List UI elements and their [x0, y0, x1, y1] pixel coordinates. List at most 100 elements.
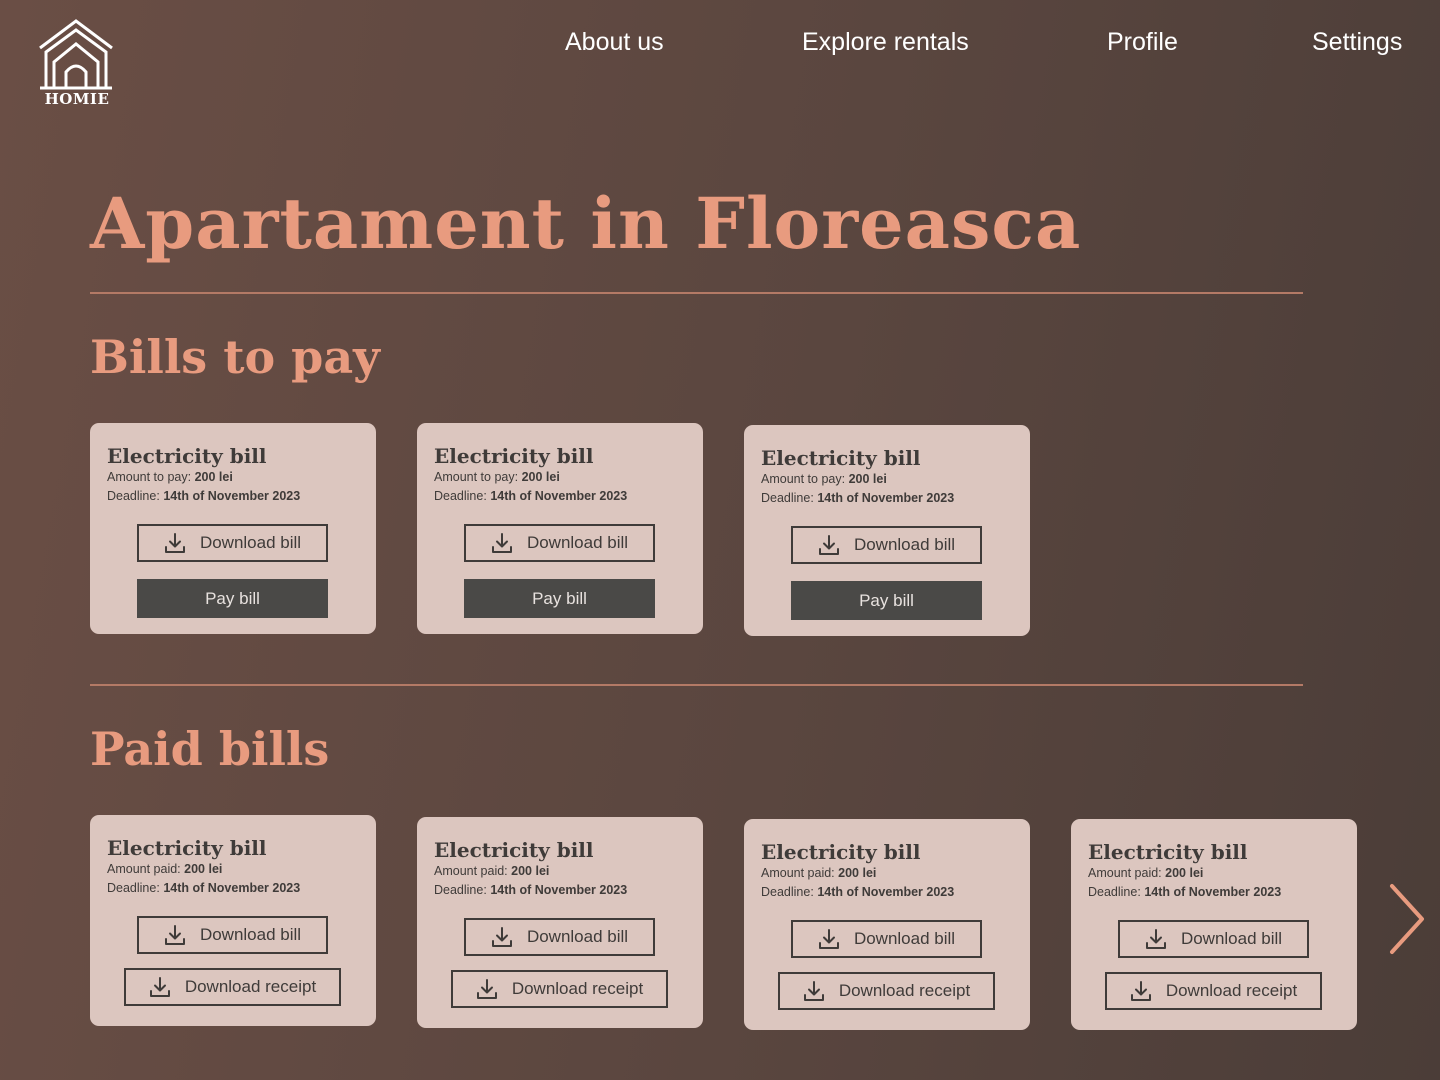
amount-value: 200 lei: [184, 862, 223, 876]
download-icon: [1130, 980, 1152, 1002]
bill-card: Electricity bill Amount to pay: 200 lei …: [90, 423, 376, 634]
download-bill-label: Download bill: [526, 927, 629, 946]
download-bill-label: Download bill: [1180, 929, 1283, 948]
download-bill-button[interactable]: Download bill: [137, 524, 328, 562]
bill-title: Electricity bill: [434, 444, 594, 468]
deadline-line: Deadline: 14th of November 2023: [1088, 885, 1281, 899]
download-icon: [476, 978, 498, 1000]
nav-profile[interactable]: Profile: [1107, 28, 1178, 57]
deadline-label: Deadline:: [761, 885, 814, 899]
amount-line: Amount paid: 200 lei: [107, 862, 222, 876]
amount-label: Amount to pay:: [761, 472, 846, 486]
deadline-line: Deadline: 14th of November 2023: [434, 489, 627, 503]
pay-bill-button[interactable]: Pay bill: [464, 579, 655, 618]
download-bill-label: Download bill: [526, 533, 629, 552]
download-receipt-label: Download receipt: [1165, 981, 1298, 1000]
amount-label: Amount paid:: [1088, 866, 1162, 880]
deadline-value: 14th of November 2023: [817, 885, 955, 899]
nav-settings[interactable]: Settings: [1312, 28, 1402, 57]
bills-to-pay-heading: Bills to pay: [90, 330, 380, 384]
amount-label: Amount paid:: [434, 864, 508, 878]
nav-about-us[interactable]: About us: [565, 28, 664, 57]
download-bill-button[interactable]: Download bill: [791, 526, 982, 564]
amount-label: Amount paid:: [761, 866, 835, 880]
amount-line: Amount to pay: 200 lei: [434, 470, 560, 484]
divider: [90, 292, 1303, 294]
deadline-label: Deadline:: [434, 883, 487, 897]
amount-line: Amount paid: 200 lei: [1088, 866, 1203, 880]
bill-title: Electricity bill: [107, 836, 267, 860]
homie-logo[interactable]: HOMIE: [38, 18, 116, 110]
download-receipt-label: Download receipt: [838, 981, 971, 1000]
download-bill-label: Download bill: [199, 925, 302, 944]
deadline-value: 14th of November 2023: [817, 491, 955, 505]
paid-bill-card: Electricity bill Amount paid: 200 lei De…: [744, 819, 1030, 1030]
bill-title: Electricity bill: [761, 840, 921, 864]
paid-bill-card: Electricity bill Amount paid: 200 lei De…: [417, 817, 703, 1028]
deadline-label: Deadline:: [761, 491, 814, 505]
deadline-line: Deadline: 14th of November 2023: [761, 491, 954, 505]
download-bill-button[interactable]: Download bill: [1118, 920, 1309, 958]
amount-line: Amount paid: 200 lei: [761, 866, 876, 880]
next-page-button[interactable]: [1386, 882, 1428, 956]
bill-title: Electricity bill: [1088, 840, 1248, 864]
bill-card: Electricity bill Amount to pay: 200 lei …: [744, 425, 1030, 636]
download-bill-button[interactable]: Download bill: [464, 524, 655, 562]
bill-title: Electricity bill: [107, 444, 267, 468]
deadline-value: 14th of November 2023: [490, 489, 628, 503]
page-title: Apartament in Floreasca: [90, 182, 1082, 265]
nav-explore-rentals[interactable]: Explore rentals: [802, 28, 969, 57]
download-icon: [803, 980, 825, 1002]
download-receipt-button[interactable]: Download receipt: [778, 972, 995, 1010]
download-icon: [164, 532, 186, 554]
house-logo-icon: [39, 19, 113, 90]
download-receipt-button[interactable]: Download receipt: [451, 970, 668, 1008]
bill-card: Electricity bill Amount to pay: 200 lei …: [417, 423, 703, 634]
deadline-value: 14th of November 2023: [163, 881, 301, 895]
deadline-value: 14th of November 2023: [163, 489, 301, 503]
download-icon: [818, 534, 840, 556]
download-bill-label: Download bill: [199, 533, 302, 552]
deadline-label: Deadline:: [1088, 885, 1141, 899]
download-receipt-label: Download receipt: [511, 979, 644, 998]
download-icon: [491, 926, 513, 948]
bill-title: Electricity bill: [761, 446, 921, 470]
divider: [90, 684, 1303, 686]
chevron-right-icon: [1390, 884, 1424, 954]
deadline-value: 14th of November 2023: [1144, 885, 1282, 899]
download-icon: [149, 976, 171, 998]
amount-line: Amount paid: 200 lei: [434, 864, 549, 878]
amount-value: 200 lei: [511, 864, 550, 878]
amount-value: 200 lei: [194, 470, 233, 484]
deadline-line: Deadline: 14th of November 2023: [761, 885, 954, 899]
amount-value: 200 lei: [848, 472, 887, 486]
download-receipt-button[interactable]: Download receipt: [1105, 972, 1322, 1010]
download-bill-button[interactable]: Download bill: [791, 920, 982, 958]
download-bill-button[interactable]: Download bill: [137, 916, 328, 954]
download-bill-button[interactable]: Download bill: [464, 918, 655, 956]
amount-value: 200 lei: [521, 470, 560, 484]
paid-bill-card: Electricity bill Amount paid: 200 lei De…: [1071, 819, 1357, 1030]
logo-text: HOMIE: [44, 90, 110, 108]
deadline-label: Deadline:: [434, 489, 487, 503]
download-icon: [491, 532, 513, 554]
download-icon: [164, 924, 186, 946]
amount-label: Amount to pay:: [434, 470, 519, 484]
pay-bill-button[interactable]: Pay bill: [791, 581, 982, 620]
pay-bill-button[interactable]: Pay bill: [137, 579, 328, 618]
paid-bill-card: Electricity bill Amount paid: 200 lei De…: [90, 815, 376, 1026]
bill-title: Electricity bill: [434, 838, 594, 862]
amount-line: Amount to pay: 200 lei: [761, 472, 887, 486]
download-icon: [1145, 928, 1167, 950]
amount-value: 200 lei: [838, 866, 877, 880]
download-receipt-button[interactable]: Download receipt: [124, 968, 341, 1006]
amount-line: Amount to pay: 200 lei: [107, 470, 233, 484]
download-bill-label: Download bill: [853, 929, 956, 948]
amount-label: Amount paid:: [107, 862, 181, 876]
deadline-line: Deadline: 14th of November 2023: [434, 883, 627, 897]
deadline-line: Deadline: 14th of November 2023: [107, 489, 300, 503]
download-icon: [818, 928, 840, 950]
deadline-label: Deadline:: [107, 489, 160, 503]
download-receipt-label: Download receipt: [184, 977, 317, 996]
deadline-label: Deadline:: [107, 881, 160, 895]
